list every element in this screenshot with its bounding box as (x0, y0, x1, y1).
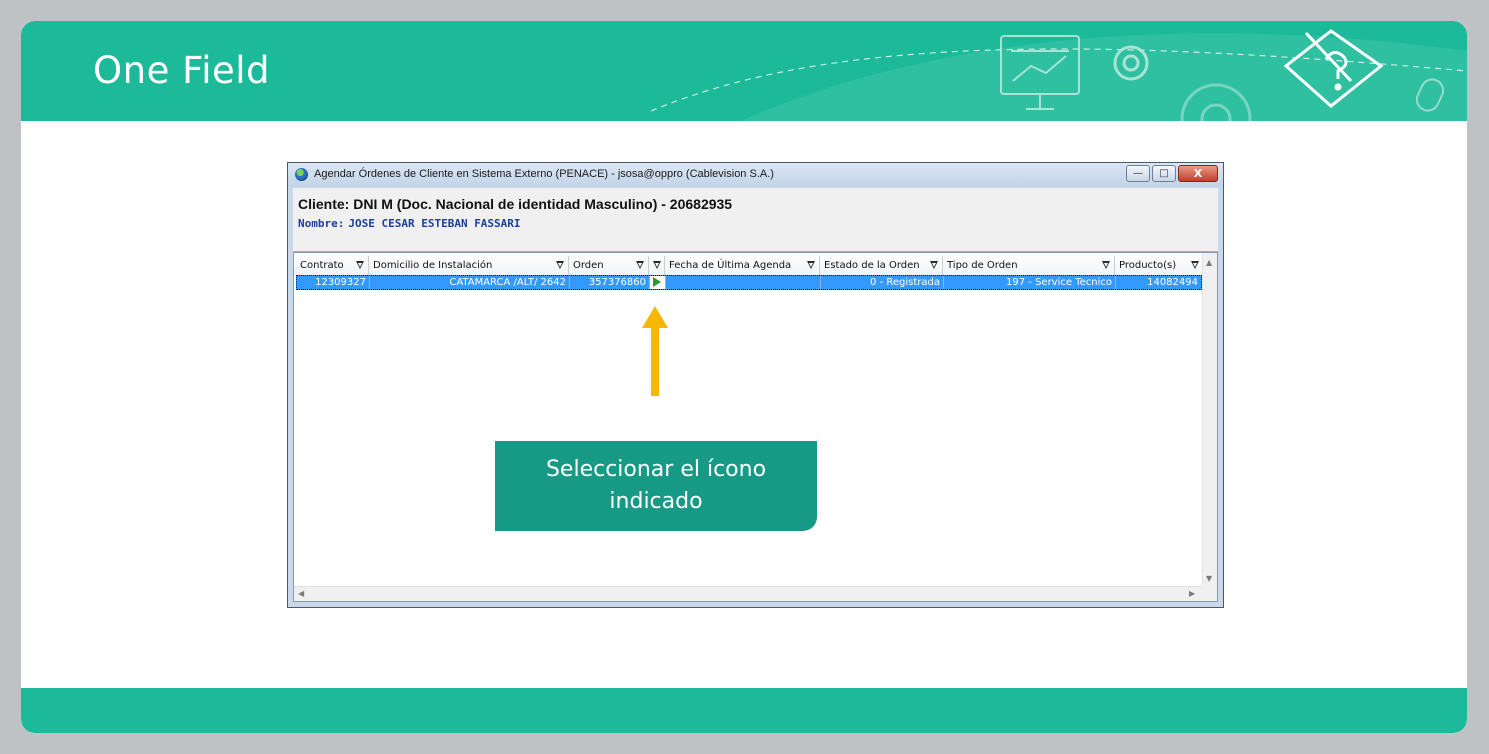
globe-icon (295, 168, 308, 181)
column-header-orden[interactable]: Orden (569, 256, 649, 275)
window-title: Agendar Órdenes de Cliente en Sistema Ex… (314, 168, 774, 180)
client-header: Cliente: DNI M (Doc. Nacional de identid… (298, 196, 733, 212)
scroll-left-icon[interactable]: ◀ (298, 590, 304, 598)
horizontal-scrollbar[interactable]: ◀ ▶ (294, 586, 1203, 601)
slide-footer (21, 688, 1467, 733)
column-header-producto[interactable]: Producto(s) (1115, 256, 1204, 275)
filter-icon[interactable] (807, 261, 815, 269)
client-name-value: JOSE CESAR ESTEBAN FASSARI (348, 217, 521, 230)
filter-icon[interactable] (653, 261, 661, 269)
maximize-icon: □ (1159, 167, 1169, 179)
vertical-scrollbar[interactable]: ▲ ▼ (1202, 253, 1217, 601)
table-row[interactable]: 12309327 CATAMARCA /ALT/ 2642 357376860 … (296, 275, 1202, 290)
filter-icon[interactable] (356, 261, 364, 269)
column-header-estado[interactable]: Estado de la Orden (820, 256, 943, 275)
column-header-fecha[interactable]: Fecha de Última Agenda (665, 256, 820, 275)
window-titlebar[interactable]: Agendar Órdenes de Cliente en Sistema Ex… (288, 163, 1223, 187)
close-icon: X (1193, 167, 1203, 180)
cell-orden[interactable]: 357376860 (570, 276, 650, 289)
client-panel: Cliente: DNI M (Doc. Nacional de identid… (293, 188, 1218, 252)
close-button[interactable]: X (1178, 165, 1218, 182)
column-header-contrato[interactable]: Contrato (296, 256, 369, 275)
cell-tipo[interactable]: 197 - Service Tecnico (944, 276, 1116, 289)
cell-domicilio[interactable]: CATAMARCA /ALT/ 2642 (370, 276, 570, 289)
instruction-callout: Seleccionar el ícono indicado (495, 441, 817, 531)
scroll-down-icon[interactable]: ▼ (1206, 575, 1212, 583)
column-header-action[interactable] (649, 256, 665, 275)
filter-icon[interactable] (556, 261, 564, 269)
filter-icon[interactable] (1191, 261, 1199, 269)
column-header-domicilio[interactable]: Domicilio de Instalación (369, 256, 569, 275)
minimize-button[interactable]: — (1126, 165, 1150, 182)
cell-producto[interactable]: 14082494 (1116, 276, 1201, 289)
app-window: Agendar Órdenes de Cliente en Sistema Ex… (287, 162, 1224, 608)
slide-title: One Field (93, 49, 270, 92)
orders-grid: Contrato Domicilio de Instalación Orden … (293, 252, 1218, 602)
play-icon[interactable] (653, 277, 661, 287)
cell-fecha[interactable] (666, 276, 821, 289)
scroll-up-icon[interactable]: ▲ (1206, 259, 1212, 267)
client-name-label: Nombre: (298, 217, 345, 230)
filter-icon[interactable] (930, 261, 938, 269)
column-header-tipo[interactable]: Tipo de Orden (943, 256, 1115, 275)
filter-icon[interactable] (1102, 261, 1110, 269)
pointer-arrow (642, 306, 668, 396)
grid-header-row: Contrato Domicilio de Instalación Orden … (294, 256, 1204, 276)
slide-header: One Field (21, 21, 1467, 121)
cell-contrato[interactable]: 12309327 (297, 276, 370, 289)
filter-icon[interactable] (636, 261, 644, 269)
scroll-right-icon[interactable]: ▶ (1189, 590, 1195, 598)
cell-estado[interactable]: 0 - Registrada (821, 276, 944, 289)
minimize-icon: — (1133, 167, 1143, 179)
cell-action[interactable] (650, 276, 666, 289)
maximize-button[interactable]: □ (1152, 165, 1176, 182)
client-name: Nombre: JOSE CESAR ESTEBAN FASSARI (298, 217, 521, 230)
